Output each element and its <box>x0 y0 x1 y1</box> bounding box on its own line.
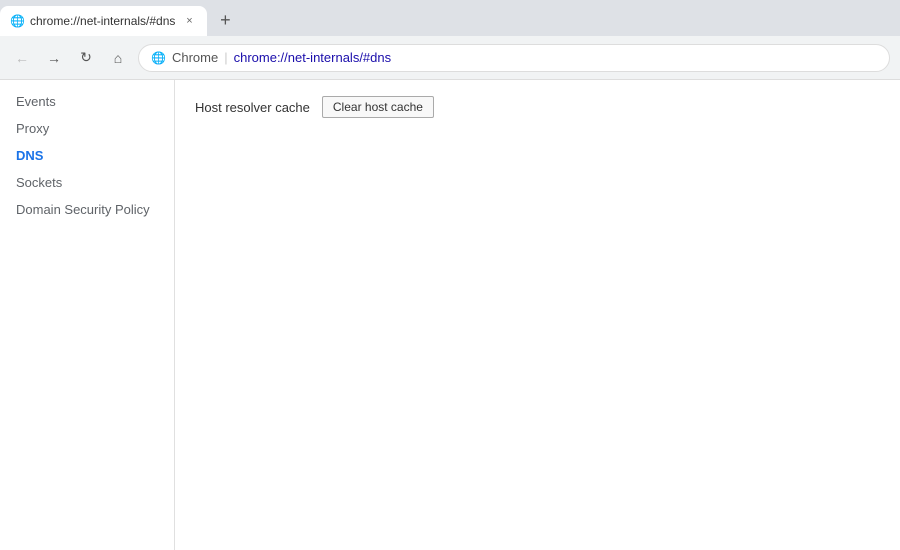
sidebar-item-sockets[interactable]: Sockets <box>0 169 174 196</box>
browser-frame: 🌐 chrome://net-internals/#dns × + ← → ↻ … <box>0 0 900 550</box>
url-separator: | <box>224 50 227 65</box>
clear-host-cache-button[interactable]: Clear host cache <box>322 96 434 118</box>
sidebar-item-dns[interactable]: DNS <box>0 142 174 169</box>
sidebar: Events Proxy DNS Sockets Domain Security… <box>0 80 175 550</box>
content-area: Events Proxy DNS Sockets Domain Security… <box>0 80 900 550</box>
sidebar-item-proxy[interactable]: Proxy <box>0 115 174 142</box>
tab-title: chrome://net-internals/#dns <box>30 14 175 28</box>
browser-tab[interactable]: 🌐 chrome://net-internals/#dns × <box>0 6 207 36</box>
url-text: chrome://net-internals/#dns <box>234 50 392 65</box>
tab-close-button[interactable]: × <box>181 13 197 29</box>
address-bar: ← → ↻ ⌂ 🌐 Chrome | chrome://net-internal… <box>0 36 900 80</box>
reload-button[interactable]: ↻ <box>74 46 98 70</box>
home-button[interactable]: ⌂ <box>106 46 130 70</box>
tab-favicon-icon: 🌐 <box>10 14 24 28</box>
host-resolver-section: Host resolver cache Clear host cache <box>195 96 880 118</box>
back-button[interactable]: ← <box>10 46 34 70</box>
section-label: Host resolver cache <box>195 100 310 115</box>
sidebar-item-events[interactable]: Events <box>0 88 174 115</box>
new-tab-button[interactable]: + <box>211 6 239 34</box>
main-content: Host resolver cache Clear host cache <box>175 80 900 550</box>
url-bar[interactable]: 🌐 Chrome | chrome://net-internals/#dns <box>138 44 890 72</box>
url-chrome-label: Chrome <box>172 50 218 65</box>
sidebar-item-domain-security-policy[interactable]: Domain Security Policy <box>0 196 174 223</box>
forward-button[interactable]: → <box>42 46 66 70</box>
tab-bar: 🌐 chrome://net-internals/#dns × + <box>0 0 900 36</box>
url-favicon-icon: 🌐 <box>151 51 166 65</box>
